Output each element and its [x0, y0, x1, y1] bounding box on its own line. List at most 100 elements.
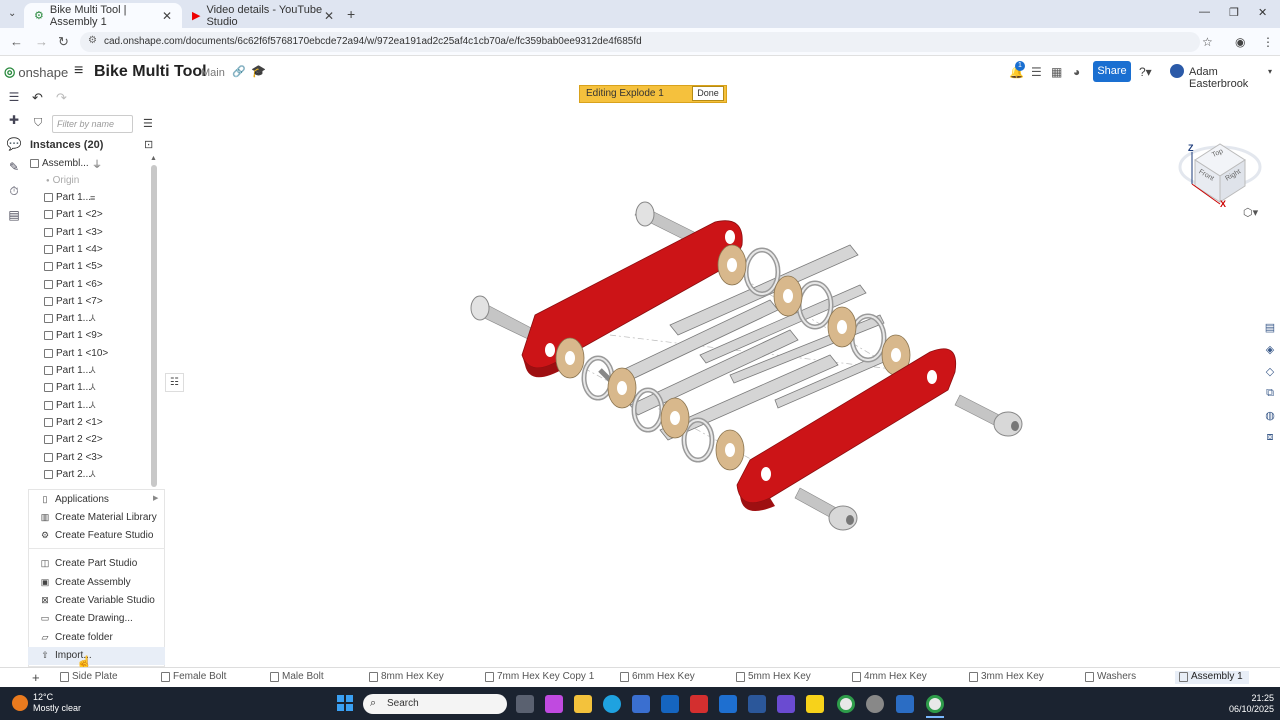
- word-icon[interactable]: [748, 695, 766, 713]
- notes-icon[interactable]: ✎: [6, 160, 22, 174]
- 3d-viewport[interactable]: [440, 190, 1040, 550]
- history-icon[interactable]: ⏱: [6, 184, 22, 199]
- tab-4mm-hex-key[interactable]: 4mm Hex Key: [852, 671, 927, 682]
- scroll-up-icon[interactable]: ▲: [150, 155, 157, 162]
- restore-icon[interactable]: ❐: [1229, 6, 1239, 19]
- comments-icon[interactable]: 💬: [6, 137, 22, 151]
- app-w-icon[interactable]: [896, 695, 914, 713]
- tree-item[interactable]: Part 1 <10>: [44, 346, 108, 361]
- instances-icon[interactable]: ◈: [1262, 343, 1278, 359]
- tree-item[interactable]: Part 1... ⅄: [44, 380, 96, 395]
- link-icon[interactable]: 🔗: [232, 65, 246, 78]
- user-name[interactable]: Adam Easterbrook: [1189, 66, 1280, 90]
- url-field[interactable]: ⚙ cad.onshape.com/documents/6c62f6f57681…: [80, 32, 1200, 52]
- bolt-front-bottom[interactable]: [794, 487, 858, 531]
- tree-list-view-icon[interactable]: ☰: [143, 117, 153, 130]
- hamburger-menu-icon[interactable]: ≡: [74, 62, 83, 80]
- tree-item[interactable]: Part 1 <5>: [44, 259, 103, 274]
- menu-item-create-feature-studio[interactable]: ⚙ Create Feature Studio: [40, 527, 164, 544]
- avatar[interactable]: [1170, 64, 1184, 78]
- redo-icon[interactable]: ↷: [56, 90, 67, 106]
- tree-item[interactable]: Part 1... ≡: [44, 190, 95, 205]
- tab-bike-multi-tool[interactable]: ⚙ Bike Multi Tool | Assembly 1 ✕: [24, 3, 182, 28]
- menu-item-create-variable-studio[interactable]: ⊠ Create Variable Studio: [40, 592, 164, 609]
- bolt-back-left[interactable]: [470, 295, 536, 341]
- tree-item[interactable]: Part 1 <9>: [44, 328, 103, 343]
- bookmark-star-icon[interactable]: ☆: [1202, 35, 1213, 49]
- tree-item[interactable]: Part 1... ⅄: [44, 398, 96, 413]
- tree-item[interactable]: Part 1 <4>: [44, 242, 103, 257]
- edge-icon[interactable]: [603, 695, 621, 713]
- tree-item[interactable]: Part 2 <3>: [44, 450, 103, 465]
- menu-item-applications[interactable]: ▯ Applications: [40, 491, 164, 508]
- tree-item[interactable]: Part 2... ⅄: [44, 467, 96, 482]
- close-tab-icon[interactable]: ✕: [162, 9, 172, 23]
- close-window-icon[interactable]: ✕: [1258, 6, 1267, 19]
- menu-item-create-drawing[interactable]: ▭ Create Drawing...: [40, 610, 164, 627]
- tree-item[interactable]: Part 1 <7>: [44, 294, 103, 309]
- mates-icon[interactable]: ⧉: [1262, 387, 1278, 403]
- configurations-icon[interactable]: ◇: [1262, 365, 1278, 381]
- tab-6mm-hex-key[interactable]: 6mm Hex Key: [620, 671, 695, 682]
- tree-item[interactable]: Part 1... ⅄: [44, 311, 96, 326]
- sticky-notes-icon[interactable]: [806, 695, 824, 713]
- tab-3mm-hex-key[interactable]: 3mm Hex Key: [969, 671, 1044, 682]
- chrome-icon[interactable]: [837, 695, 855, 713]
- menu-item-create-folder[interactable]: ▱ Create folder: [40, 629, 164, 646]
- section-view-icon[interactable]: ⧈: [1262, 431, 1278, 447]
- site-info-icon[interactable]: ⚙: [88, 35, 97, 46]
- tree-item[interactable]: Part 1... ⅄: [44, 363, 96, 378]
- tab-washers[interactable]: Washers: [1085, 671, 1136, 682]
- appearance-icon[interactable]: ◍: [1262, 409, 1278, 425]
- system-clock[interactable]: 21:25 06/10/2025: [1226, 693, 1274, 715]
- store-icon[interactable]: [632, 695, 650, 713]
- learning-cap-icon[interactable]: 🎓: [251, 64, 266, 78]
- copilot-icon[interactable]: [545, 695, 563, 713]
- profile-icon[interactable]: ◉: [1235, 35, 1245, 49]
- tab-male-bolt[interactable]: Male Bolt: [270, 671, 324, 682]
- filter-icon[interactable]: ⛉: [34, 117, 42, 130]
- tab-7mm-hex-key-copy-1[interactable]: 7mm Hex Key Copy 1: [485, 671, 594, 682]
- filter-by-name-input[interactable]: Filter by name: [52, 115, 133, 133]
- settings-icon[interactable]: [866, 695, 884, 713]
- list-toggle-icon[interactable]: ☷: [165, 373, 184, 392]
- tree-item[interactable]: Part 1 <3>: [44, 225, 103, 240]
- view-mode-icon[interactable]: ⬡▾: [1243, 206, 1258, 219]
- forward-icon[interactable]: →: [35, 34, 48, 49]
- windows-start-icon[interactable]: [337, 695, 353, 711]
- browser-menu-icon[interactable]: ⋮: [1262, 35, 1274, 49]
- menu-item-create-assembly[interactable]: ▣ Create Assembly: [40, 574, 164, 591]
- tree-origin[interactable]: ● Origin: [46, 173, 79, 188]
- taskbar-search[interactable]: ⌕ Search: [363, 694, 507, 714]
- chrome-active-icon[interactable]: [926, 695, 944, 713]
- close-tab-icon[interactable]: ✕: [324, 9, 334, 23]
- document-title[interactable]: Bike Multi Tool: [94, 63, 207, 81]
- tab-side-plate[interactable]: Side Plate: [60, 671, 118, 682]
- tab-8mm-hex-key[interactable]: 8mm Hex Key: [369, 671, 444, 682]
- user-menu-chevron-icon[interactable]: ▾: [1268, 67, 1272, 76]
- menu-item-import[interactable]: ⇧ Import...: [40, 647, 164, 664]
- menu-item-create-material-library[interactable]: ▥ Create Material Library: [40, 509, 164, 526]
- task-view-icon[interactable]: [516, 695, 534, 713]
- tab-female-bolt[interactable]: Female Bolt: [161, 671, 226, 682]
- file-explorer-icon[interactable]: [574, 695, 592, 713]
- tab-5mm-hex-key[interactable]: 5mm Hex Key: [736, 671, 811, 682]
- tree-item[interactable]: Part 2 <2>: [44, 432, 103, 447]
- tree-item[interactable]: Part 2 <1>: [44, 415, 103, 430]
- list-view-icon[interactable]: ☰: [1031, 65, 1042, 79]
- add-tab-icon[interactable]: +: [32, 670, 40, 685]
- menu-item-create-part-studio[interactable]: ◫ Create Part Studio: [40, 555, 164, 572]
- tree-scrollbar[interactable]: [151, 165, 157, 487]
- tab-list-icon[interactable]: ⌄: [8, 8, 16, 19]
- share-button[interactable]: Share: [1093, 61, 1131, 82]
- minimize-icon[interactable]: —: [1199, 6, 1210, 18]
- dell-icon[interactable]: [661, 695, 679, 713]
- mcafee-icon[interactable]: [690, 695, 708, 713]
- done-button[interactable]: Done: [692, 86, 724, 101]
- bom-icon[interactable]: ▤: [6, 208, 22, 222]
- branch-label[interactable]: Main: [201, 67, 225, 79]
- undo-icon[interactable]: ↶: [32, 90, 43, 106]
- create-folder-icon[interactable]: ⊡: [144, 138, 153, 151]
- feature-list-icon[interactable]: ☰: [6, 90, 22, 104]
- tree-item[interactable]: Part 1 <2>: [44, 207, 103, 222]
